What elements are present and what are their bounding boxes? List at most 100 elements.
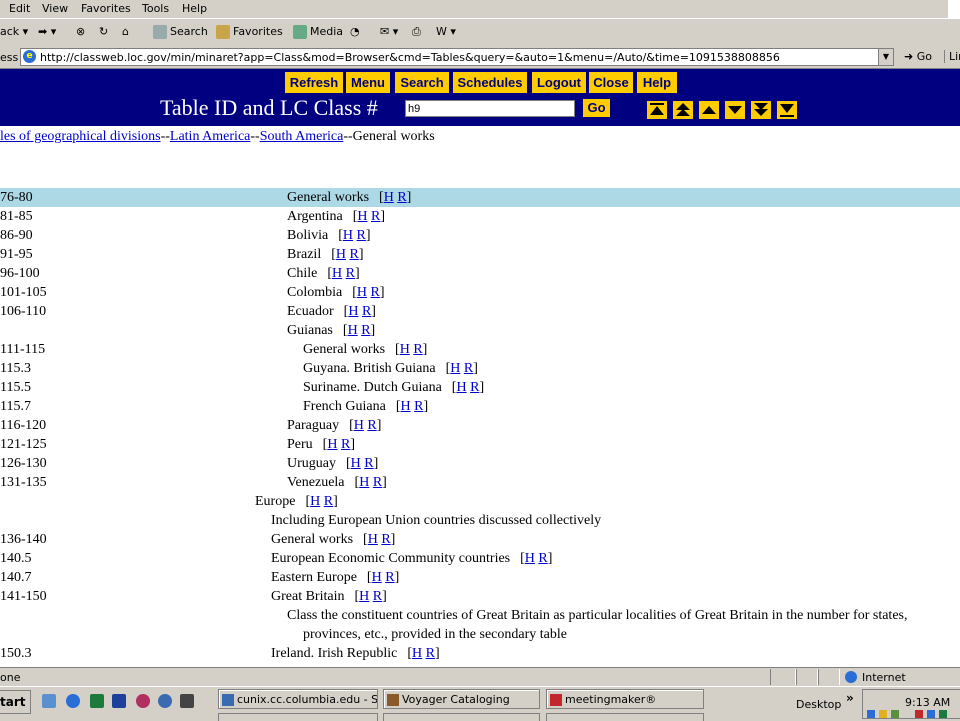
- address-input[interactable]: e http://classweb.loc.gov/min/minaret?ap…: [20, 48, 894, 66]
- hierarchy-link[interactable]: H: [359, 475, 369, 490]
- records-link[interactable]: R: [361, 323, 370, 338]
- quicklaunch-desktop-icon[interactable]: [42, 694, 56, 708]
- records-link[interactable]: R: [373, 475, 382, 490]
- breadcrumb-link-tables[interactable]: les of geographical divisions: [0, 129, 161, 144]
- hierarchy-link[interactable]: H: [332, 266, 342, 281]
- records-link[interactable]: R: [350, 247, 359, 262]
- hierarchy-link[interactable]: H: [343, 228, 353, 243]
- hierarchy-link[interactable]: H: [400, 399, 410, 414]
- records-link[interactable]: R: [357, 228, 366, 243]
- links-button[interactable]: Lin: [944, 50, 960, 63]
- print-icon[interactable]: ⎙: [412, 25, 421, 39]
- tray-app5-icon[interactable]: [939, 710, 947, 718]
- tray-app-icon[interactable]: [879, 710, 887, 718]
- start-button[interactable]: tart: [0, 690, 31, 714]
- records-link[interactable]: R: [364, 456, 373, 471]
- records-link[interactable]: R: [373, 589, 382, 604]
- menu-view[interactable]: View: [42, 2, 68, 15]
- menu-button[interactable]: Menu: [346, 72, 390, 93]
- records-link[interactable]: R: [367, 418, 376, 433]
- hierarchy-link[interactable]: H: [456, 380, 466, 395]
- records-link[interactable]: R: [362, 304, 371, 319]
- records-link[interactable]: R: [371, 209, 380, 224]
- back-button[interactable]: ack ▾: [0, 25, 28, 38]
- hierarchy-link[interactable]: H: [450, 361, 460, 376]
- hierarchy-link[interactable]: H: [336, 247, 346, 262]
- menu-favorites[interactable]: Favorites: [81, 2, 131, 15]
- home-icon[interactable]: ⌂: [122, 25, 129, 38]
- quicklaunch-app2-icon[interactable]: [158, 694, 172, 708]
- hierarchy-link[interactable]: H: [412, 646, 422, 661]
- breadcrumb-link-south-america[interactable]: South America: [260, 129, 344, 144]
- page-up-button[interactable]: [699, 101, 719, 119]
- refresh-button[interactable]: Refresh: [285, 72, 343, 93]
- hierarchy-link[interactable]: H: [359, 589, 369, 604]
- hierarchy-link[interactable]: H: [327, 437, 337, 452]
- hierarchy-link[interactable]: H: [310, 494, 320, 509]
- hierarchy-link[interactable]: H: [351, 456, 361, 471]
- hierarchy-link[interactable]: H: [357, 285, 367, 300]
- page-up-fast-button[interactable]: [673, 101, 693, 119]
- menu-edit[interactable]: Edit: [9, 2, 30, 15]
- desktop-toolbar[interactable]: Desktop: [796, 698, 841, 711]
- tray-app3-icon[interactable]: [915, 710, 923, 718]
- hierarchy-link[interactable]: H: [357, 209, 367, 224]
- class-number-input[interactable]: h9: [405, 100, 575, 117]
- mail-icon[interactable]: ✉ ▾: [380, 25, 398, 38]
- records-link[interactable]: R: [414, 399, 423, 414]
- favorites-button[interactable]: Favorites: [216, 25, 283, 39]
- quicklaunch-app3-icon[interactable]: [180, 694, 194, 708]
- close-button[interactable]: Close: [589, 72, 633, 93]
- records-link[interactable]: R: [371, 285, 380, 300]
- quicklaunch-word-icon[interactable]: [112, 694, 126, 708]
- search-button[interactable]: Search: [153, 25, 208, 39]
- schedules-button[interactable]: Schedules: [453, 72, 527, 93]
- refresh-icon[interactable]: ↻: [99, 25, 108, 38]
- hierarchy-link[interactable]: H: [384, 190, 394, 205]
- records-link[interactable]: R: [341, 437, 350, 452]
- last-page-button[interactable]: [777, 101, 797, 119]
- records-link[interactable]: R: [397, 190, 406, 205]
- records-link[interactable]: R: [470, 380, 479, 395]
- records-link[interactable]: R: [381, 532, 390, 547]
- hierarchy-link[interactable]: H: [368, 532, 378, 547]
- records-link[interactable]: R: [385, 570, 394, 585]
- forward-button[interactable]: ➡ ▾: [38, 25, 56, 38]
- quicklaunch-app-icon[interactable]: [136, 694, 150, 708]
- hierarchy-link[interactable]: H: [354, 418, 364, 433]
- hierarchy-link[interactable]: H: [372, 570, 382, 585]
- quicklaunch-excel-icon[interactable]: [90, 694, 104, 708]
- toolbar-chevron-icon[interactable]: »: [846, 691, 854, 705]
- stop-icon[interactable]: ⊗: [76, 25, 85, 38]
- address-dropdown-icon[interactable]: ▼: [878, 49, 893, 65]
- search-nav-button[interactable]: Search: [395, 72, 449, 93]
- help-button[interactable]: Help: [637, 72, 677, 93]
- records-link[interactable]: R: [324, 494, 333, 509]
- tray-app4-icon[interactable]: [927, 710, 935, 718]
- records-link[interactable]: R: [413, 342, 422, 357]
- hierarchy-link[interactable]: H: [348, 304, 358, 319]
- task-meetingmaker[interactable]: meetingmaker®: [546, 689, 704, 709]
- records-link[interactable]: R: [346, 266, 355, 281]
- hierarchy-link[interactable]: H: [525, 551, 535, 566]
- page-down-fast-button[interactable]: [751, 101, 771, 119]
- media-button[interactable]: Media: [293, 25, 343, 39]
- quicklaunch-ie-icon[interactable]: [66, 694, 80, 708]
- go-submit-button[interactable]: Go: [583, 99, 610, 117]
- breadcrumb-link-latin-america[interactable]: Latin America: [170, 129, 250, 144]
- logout-button[interactable]: Logout: [532, 72, 586, 93]
- edit-icon[interactable]: W ▾: [436, 25, 456, 38]
- records-link[interactable]: R: [538, 551, 547, 566]
- hierarchy-link[interactable]: H: [348, 323, 358, 338]
- records-link[interactable]: R: [464, 361, 473, 376]
- task-voyager[interactable]: Voyager Cataloging: [383, 689, 540, 709]
- menu-tools[interactable]: Tools: [142, 2, 169, 15]
- records-link[interactable]: R: [426, 646, 435, 661]
- task-cunix[interactable]: cunix.cc.columbia.edu - S...: [218, 689, 378, 709]
- tray-app2-icon[interactable]: [891, 710, 899, 718]
- tray-network-icon[interactable]: [867, 710, 875, 718]
- menu-help[interactable]: Help: [182, 2, 207, 15]
- history-icon[interactable]: ◔: [350, 25, 360, 38]
- hierarchy-link[interactable]: H: [400, 342, 410, 357]
- address-go-button[interactable]: ➜ Go: [904, 50, 932, 63]
